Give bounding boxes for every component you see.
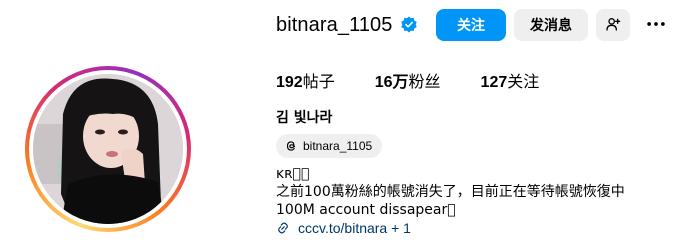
followers-count: 16万 — [374, 74, 409, 91]
posts-label: 帖子 — [302, 74, 335, 91]
bio: ᴋʀ􀀀􀀀 之前100萬粉絲的帳號消失了，目前正在等待帳號恢復中 100M acc… — [276, 165, 625, 219]
posts-count: 192 — [276, 74, 303, 91]
profile-stats: 192帖子 16万粉丝 127关注 — [276, 68, 579, 92]
profile-link[interactable]: cccv.to/bitnara + 1 — [276, 220, 411, 236]
following-stat[interactable]: 127关注 — [481, 68, 540, 92]
posts-stat: 192帖子 — [276, 68, 335, 92]
avatar-image — [33, 74, 183, 224]
add-person-icon — [605, 16, 621, 35]
follow-button[interactable]: 关注 — [436, 9, 506, 41]
threads-icon — [284, 139, 298, 153]
bio-line: 100M account dissapear􀀀 — [276, 202, 456, 218]
following-count: 127 — [480, 74, 508, 91]
profile-header: bitnara_1105 — [276, 9, 418, 41]
username[interactable]: bitnara_1105 — [276, 14, 392, 37]
link-icon — [276, 221, 290, 235]
bio-line: ᴋʀ􀀀􀀀 — [276, 166, 310, 182]
suggested-accounts-button[interactable] — [596, 9, 630, 41]
verified-badge-icon — [400, 16, 418, 34]
link-text[interactable]: cccv.to/bitnara + 1 — [298, 220, 411, 236]
message-button[interactable]: 发消息 — [514, 9, 588, 41]
followers-label: 粉丝 — [408, 74, 441, 91]
following-label: 关注 — [507, 74, 540, 91]
bio-line: 之前100萬粉絲的帳號消失了，目前正在等待帳號恢復中 — [276, 184, 625, 200]
full-name: 김 빛나라 — [276, 110, 333, 126]
avatar[interactable] — [33, 74, 183, 224]
story-ring[interactable] — [25, 66, 191, 232]
more-options-button[interactable] — [640, 9, 672, 41]
threads-handle: bitnara_1105 — [303, 139, 373, 153]
more-options-icon — [645, 13, 667, 38]
avatar-frame — [29, 70, 187, 228]
threads-badge[interactable]: bitnara_1105 — [276, 134, 383, 158]
followers-stat[interactable]: 16万粉丝 — [375, 68, 441, 92]
